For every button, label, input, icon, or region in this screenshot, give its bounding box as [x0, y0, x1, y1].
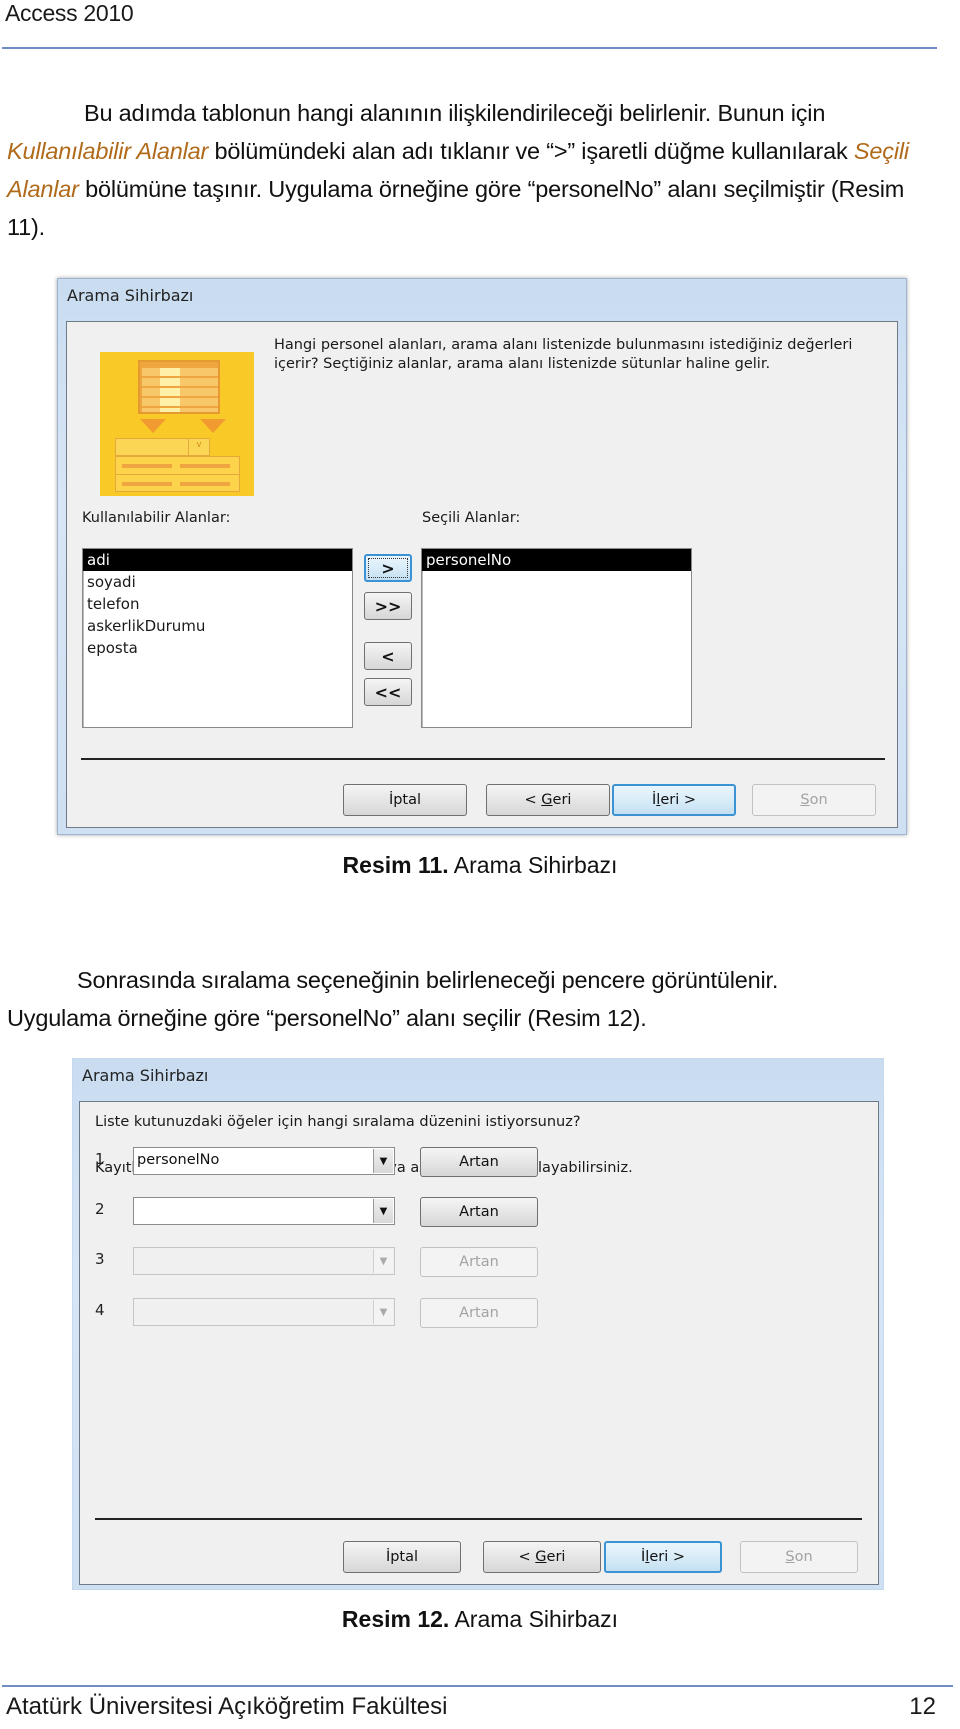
caption-11-label: Resim 11.	[342, 852, 449, 878]
selected-fields-list[interactable]: personelNo	[421, 548, 692, 728]
paragraph-1-part1: Bu adımda tablonun hangi alanının ilişki…	[84, 100, 826, 126]
paragraph-2: Sonrasında sıralama seçeneğinin belirlen…	[7, 961, 937, 1037]
list-item[interactable]: personelNo	[422, 549, 691, 571]
finish-button[interactable]: Son	[752, 784, 876, 816]
dialog-body: Liste kutunuzdaki öğeler için hangi sıra…	[79, 1101, 879, 1585]
caption-12-text: Arama Sihirbazı	[449, 1606, 619, 1632]
available-fields-label: Kullanılabilir Alanlar:	[82, 510, 231, 526]
available-fields-list[interactable]: adi soyadi telefon askerlikDurumu eposta	[82, 548, 353, 728]
instruction-line-1: Hangi personel alanları, arama alanı lis…	[274, 337, 853, 353]
finish-button-rest: on	[809, 792, 828, 808]
paragraph-2-line1: Sonrasında sıralama seçeneğinin belirlen…	[77, 967, 779, 993]
caption-11-text: Arama Sihirbazı	[448, 852, 618, 878]
next-button[interactable]: İl eri >	[612, 784, 736, 816]
sort-field-combobox[interactable]: personelNo ▼	[133, 1147, 395, 1175]
sort-row-number: 1	[95, 1150, 105, 1168]
next-button-rest: eri >	[660, 792, 696, 808]
sort-row-number: 4	[95, 1301, 105, 1319]
sort-question-text: Liste kutunuzdaki öğeler için hangi sıra…	[95, 1114, 581, 1130]
add-field-button[interactable]: >	[364, 554, 412, 582]
next-button[interactable]: İl eri >	[604, 1541, 722, 1573]
sort-field-value: personelNo	[137, 1152, 220, 1168]
sort-order-button[interactable]: Artan	[420, 1247, 538, 1277]
dialog-title: Arama Sihirbazı	[67, 286, 194, 305]
paragraph-2-line2: Uygulama örneğine göre “personelNo” alan…	[7, 1005, 647, 1031]
cancel-button[interactable]: İptal	[343, 1541, 461, 1573]
figure-caption-12: Resim 12. Arama Sihirbazı	[0, 1606, 960, 1633]
back-button[interactable]: < Geri	[483, 1541, 601, 1573]
finish-button-accel: S	[800, 792, 810, 808]
list-item[interactable]: soyadi	[83, 571, 352, 593]
chevron-down-icon[interactable]: ▼	[373, 1149, 393, 1173]
back-button-rest: eri	[552, 792, 572, 808]
highlight-available-fields: Kullanılabilir Alanlar	[7, 138, 209, 164]
sort-field-combobox[interactable]: ▼	[133, 1247, 395, 1275]
chevron-down-icon[interactable]: ▼	[373, 1199, 393, 1223]
sort-order-button[interactable]: Artan	[420, 1298, 538, 1328]
remove-field-button[interactable]: <	[364, 642, 412, 670]
finish-button-rest: on	[794, 1549, 813, 1565]
paragraph-1: Bu adımda tablonun hangi alanının ilişki…	[7, 94, 937, 246]
back-button-accel: G	[535, 1549, 547, 1565]
dialog-separator	[81, 758, 885, 760]
dialog-title: Arama Sihirbazı	[82, 1066, 209, 1085]
sort-field-combobox[interactable]: ▼	[133, 1197, 395, 1225]
dialog-body: v Hangi personel alanları, arama alanı l…	[66, 321, 898, 828]
back-button-accel: G	[541, 792, 553, 808]
dialog-separator	[95, 1518, 862, 1520]
header-rule	[2, 47, 937, 49]
selected-fields-label: Seçili Alanlar:	[422, 510, 521, 526]
sort-row-number: 3	[95, 1250, 105, 1268]
back-button[interactable]: < Geri	[486, 784, 610, 816]
paragraph-1-part2: bölümündeki alan adı tıklanır ve “>” işa…	[208, 138, 854, 164]
lookup-wizard-dialog-sort: Arama Sihirbazı Liste kutunuzdaki öğeler…	[72, 1058, 884, 1590]
instruction-line-2: içerir? Seçtiğiniz alanlar, arama alanı …	[274, 356, 771, 372]
footer-rule	[2, 1685, 953, 1687]
cancel-button[interactable]: İptal	[343, 784, 467, 816]
list-item[interactable]: telefon	[83, 593, 352, 615]
footer-page-number: 12	[909, 1693, 936, 1720]
chevron-down-icon[interactable]: ▼	[373, 1300, 393, 1324]
finish-button-accel: S	[785, 1549, 795, 1565]
list-item[interactable]: askerlikDurumu	[83, 615, 352, 637]
figure-caption-11: Resim 11. Arama Sihirbazı	[0, 852, 960, 879]
sort-order-button[interactable]: Artan	[420, 1197, 538, 1227]
footer-institution: Atatürk Üniversitesi Açıköğretim Fakülte…	[6, 1693, 448, 1720]
sort-order-button[interactable]: Artan	[420, 1147, 538, 1177]
list-item[interactable]: adi	[83, 549, 352, 571]
back-button-prefix: <	[524, 792, 542, 808]
finish-button[interactable]: Son	[740, 1541, 858, 1573]
list-item[interactable]: eposta	[83, 637, 352, 659]
lookup-wizard-dialog-fields: Arama Sihirbazı v Hangi personel alanlar…	[57, 278, 907, 835]
paragraph-1-part3: bölümüne taşınır. Uygulama örneğine göre…	[7, 176, 905, 240]
wizard-illustration-icon: v	[100, 352, 254, 496]
back-button-prefix: <	[518, 1549, 536, 1565]
page-header-title: Access 2010	[5, 0, 134, 26]
instruction-text: Hangi personel alanları, arama alanı lis…	[274, 336, 884, 374]
sort-field-combobox[interactable]: ▼	[133, 1298, 395, 1326]
chevron-down-icon[interactable]: ▼	[373, 1249, 393, 1273]
remove-all-fields-button[interactable]: <<	[364, 678, 412, 706]
back-button-rest: eri	[546, 1549, 566, 1565]
add-all-fields-button[interactable]: >>	[364, 592, 412, 620]
next-button-rest: eri >	[649, 1549, 685, 1565]
caption-12-label: Resim 12.	[341, 1606, 450, 1632]
sort-row-number: 2	[95, 1200, 105, 1218]
